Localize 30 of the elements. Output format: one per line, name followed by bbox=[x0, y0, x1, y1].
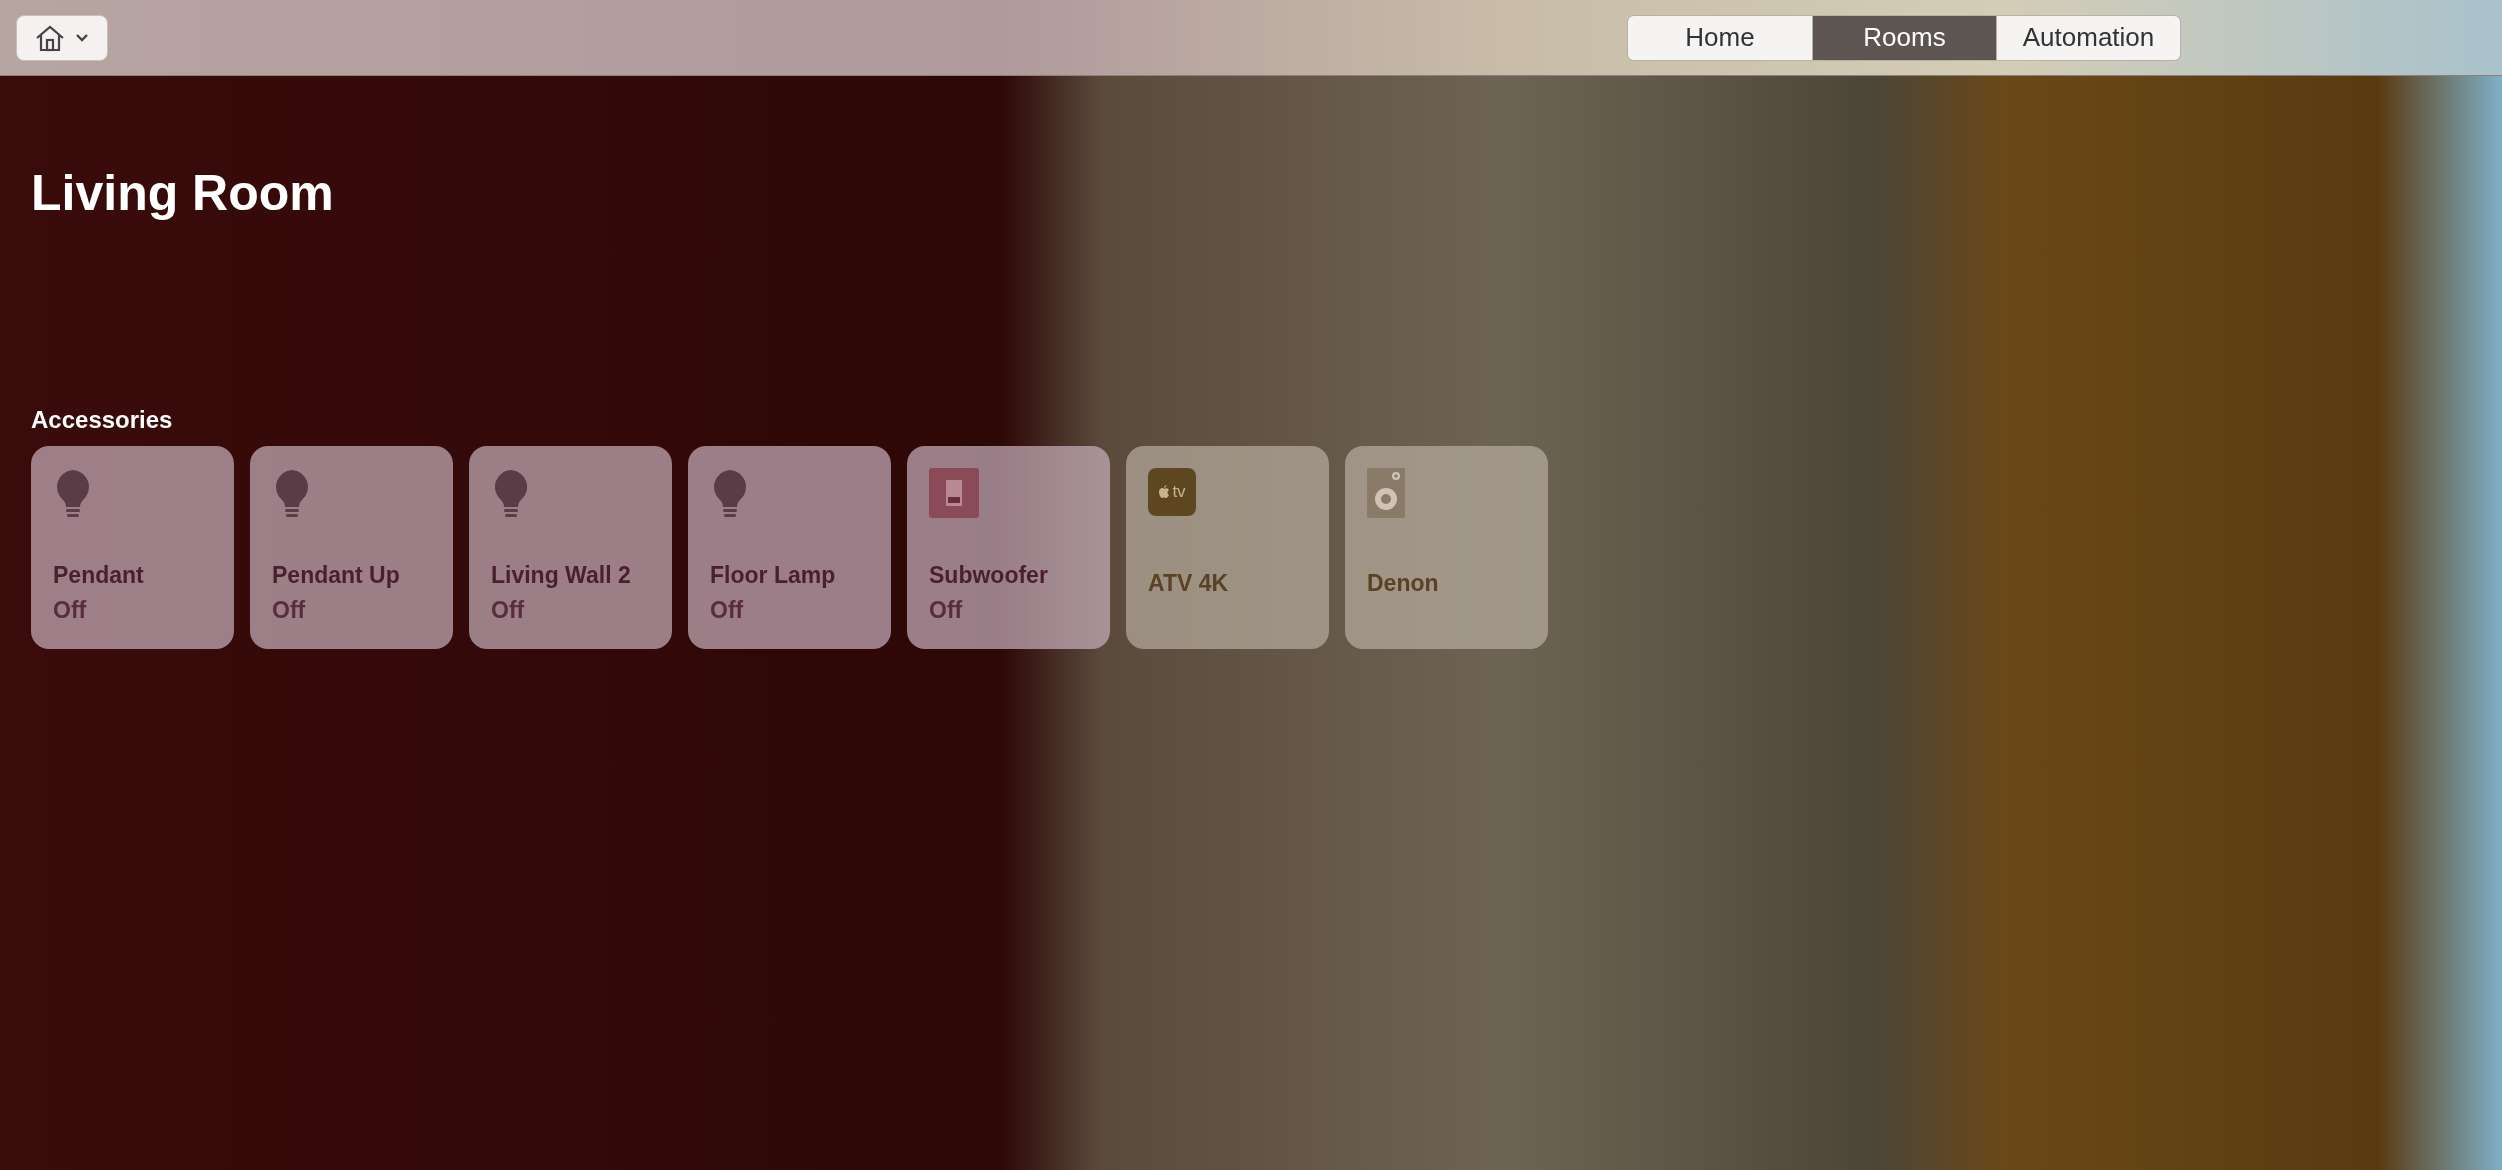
house-icon bbox=[35, 23, 65, 52]
accessory-status: Off bbox=[53, 595, 88, 625]
accessory-name: Pendant Up bbox=[272, 561, 401, 590]
accessory-tile[interactable]: Living Wall 2 Off bbox=[469, 446, 672, 649]
accessory-name: Pendant bbox=[53, 561, 145, 590]
accessory-tile[interactable]: Denon bbox=[1345, 446, 1548, 649]
room-title: Living Room bbox=[31, 168, 335, 218]
switch-icon bbox=[929, 468, 979, 518]
accessory-status: Off bbox=[272, 595, 307, 625]
accessory-tile[interactable]: Floor Lamp Off bbox=[688, 446, 891, 649]
accessory-tile[interactable]: Pendant Off bbox=[31, 446, 234, 649]
accessory-name: Floor Lamp bbox=[710, 561, 837, 590]
accessory-status: Off bbox=[491, 595, 526, 625]
chevron-down-icon bbox=[75, 32, 89, 43]
accessory-tile[interactable]: Subwoofer Off bbox=[907, 446, 1110, 649]
accessory-name: ATV 4K bbox=[1148, 568, 1230, 598]
home-menu-button[interactable] bbox=[16, 14, 108, 61]
accessory-tile[interactable]: Pendant Up Off bbox=[250, 446, 453, 649]
accessory-status: Off bbox=[929, 595, 964, 625]
section-heading: Accessories bbox=[31, 408, 174, 432]
accessory-name: Denon bbox=[1367, 568, 1440, 598]
accessory-name: Subwoofer bbox=[929, 561, 1049, 590]
accessory-status: Off bbox=[710, 595, 745, 625]
accessory-name: Living Wall 2 bbox=[491, 561, 632, 590]
accessory-tile[interactable]: tv ATV 4K bbox=[1126, 446, 1329, 649]
segment-tab[interactable]: Home bbox=[1628, 15, 1812, 60]
segment-tab[interactable]: Rooms bbox=[1812, 15, 1996, 60]
tv-icon: tv bbox=[1148, 468, 1196, 516]
segment-tab[interactable]: Automation bbox=[1996, 15, 2180, 60]
speaker-icon bbox=[1367, 468, 1405, 518]
